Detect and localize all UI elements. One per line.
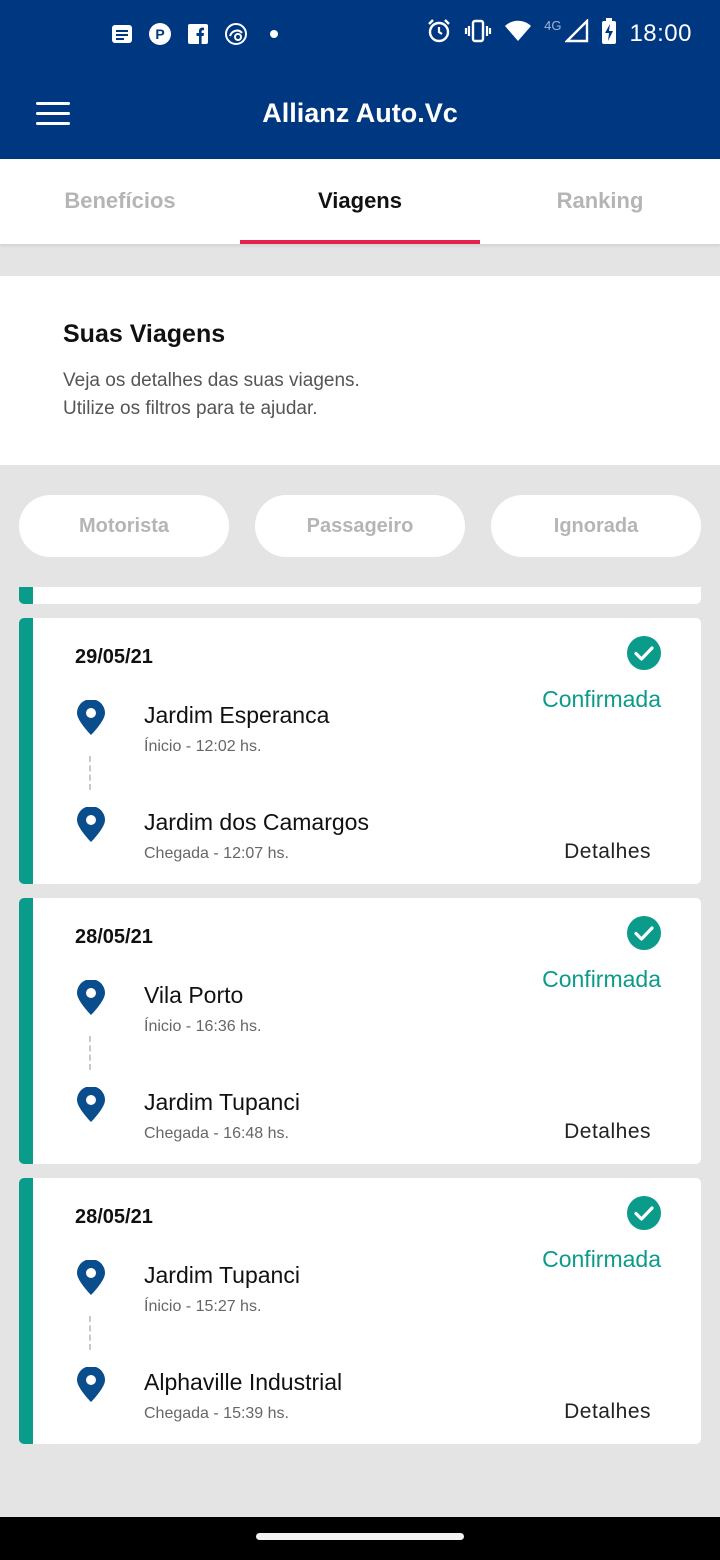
trip-start-time: Ínicio - 12:02 hs. xyxy=(144,738,262,755)
section-title: Suas Viagens xyxy=(63,320,226,348)
filter-ignorada[interactable]: Ignorada xyxy=(491,495,701,557)
check-circle-icon xyxy=(627,916,661,950)
location-pin-icon xyxy=(77,1367,105,1402)
trip-status: Confirmada xyxy=(542,1246,661,1272)
trip-end-time: Chegada - 16:48 hs. xyxy=(144,1125,289,1142)
app-title: Allianz Auto.Vc xyxy=(262,98,458,128)
trip-start-place: Jardim Esperanca xyxy=(144,702,330,728)
trip-start-place: Vila Porto xyxy=(144,982,244,1008)
trip-end-time: Chegada - 12:07 hs. xyxy=(144,845,289,862)
section-description: Veja os detalhes das suas viagens. Utili… xyxy=(63,367,657,423)
trip-date: 29/05/21 xyxy=(75,646,153,668)
details-link[interactable]: Detalhes xyxy=(564,1120,651,1144)
vibrate-icon xyxy=(464,19,492,48)
location-pin-icon xyxy=(77,700,105,735)
trip-end-time: Chegada - 15:39 hs. xyxy=(144,1405,289,1422)
status-bar: P 4G 18:00 xyxy=(0,0,720,72)
tab-beneficios[interactable]: Benefícios xyxy=(0,159,240,244)
details-link[interactable]: Detalhes xyxy=(564,1400,651,1424)
svg-text:P: P xyxy=(155,26,164,42)
battery-charging-icon xyxy=(601,18,617,49)
trip-end-place: Jardim dos Camargos xyxy=(144,809,369,835)
tab-bar: Benefícios Viagens Ranking xyxy=(0,159,720,244)
check-circle-icon xyxy=(627,1196,661,1230)
network-type: 4G xyxy=(544,18,562,33)
trip-end-place: Alphaville Industrial xyxy=(144,1369,343,1395)
trip-card[interactable]: 29/05/21 Confirmada Jardim Esperanca Íni… xyxy=(19,618,701,884)
tab-viagens[interactable]: Viagens xyxy=(240,159,480,244)
trip-start-place: Jardim Tupanci xyxy=(144,1262,300,1288)
tab-ranking[interactable]: Ranking xyxy=(480,159,720,244)
location-pin-icon xyxy=(77,1087,105,1122)
description-line-1: Veja os detalhes das suas viagens. xyxy=(63,370,360,391)
route-connector xyxy=(89,756,91,790)
trip-card-partial xyxy=(19,587,701,604)
intro-section: Suas Viagens Veja os detalhes das suas v… xyxy=(0,276,720,465)
location-pin-icon xyxy=(77,1260,105,1295)
dot-icon xyxy=(262,22,286,46)
clock: 18:00 xyxy=(629,19,692,47)
sync-app-icon xyxy=(224,22,248,46)
wifi-icon xyxy=(504,20,532,47)
system-icons: 4G 18:00 xyxy=(426,18,692,49)
trip-date: 28/05/21 xyxy=(75,926,153,948)
filter-passageiro[interactable]: Passageiro xyxy=(255,495,465,557)
trip-date: 28/05/21 xyxy=(75,1206,153,1228)
trip-end-place: Jardim Tupanci xyxy=(144,1089,300,1115)
alarm-icon xyxy=(426,18,452,49)
trip-card[interactable]: 28/05/21 Confirmada Jardim Tupanci Ínici… xyxy=(19,1178,701,1444)
location-pin-icon xyxy=(77,980,105,1015)
signal-icon xyxy=(564,18,589,48)
filter-motorista[interactable]: Motorista xyxy=(19,495,229,557)
trip-status: Confirmada xyxy=(542,686,661,712)
home-gesture-handle[interactable] xyxy=(256,1533,464,1540)
check-circle-icon xyxy=(627,636,661,670)
details-link[interactable]: Detalhes xyxy=(564,840,651,864)
filter-chips: Motorista Passageiro Ignorada xyxy=(19,495,701,557)
system-navigation-bar xyxy=(0,1517,720,1560)
location-pin-icon xyxy=(77,807,105,842)
app-bar: Allianz Auto.Vc xyxy=(0,72,720,159)
notification-icons: P xyxy=(110,22,286,46)
description-line-2: Utilize os filtros para te ajudar. xyxy=(63,398,318,419)
trip-start-time: Ínicio - 15:27 hs. xyxy=(144,1298,262,1315)
route-connector xyxy=(89,1036,91,1070)
route-connector xyxy=(89,1316,91,1350)
news-notification-icon xyxy=(110,22,134,46)
facebook-icon xyxy=(186,22,210,46)
trip-card[interactable]: 28/05/21 Confirmada Vila Porto Ínicio - … xyxy=(19,898,701,1164)
trip-status: Confirmada xyxy=(542,966,661,992)
parking-app-icon: P xyxy=(148,22,172,46)
trip-start-time: Ínicio - 16:36 hs. xyxy=(144,1018,262,1035)
